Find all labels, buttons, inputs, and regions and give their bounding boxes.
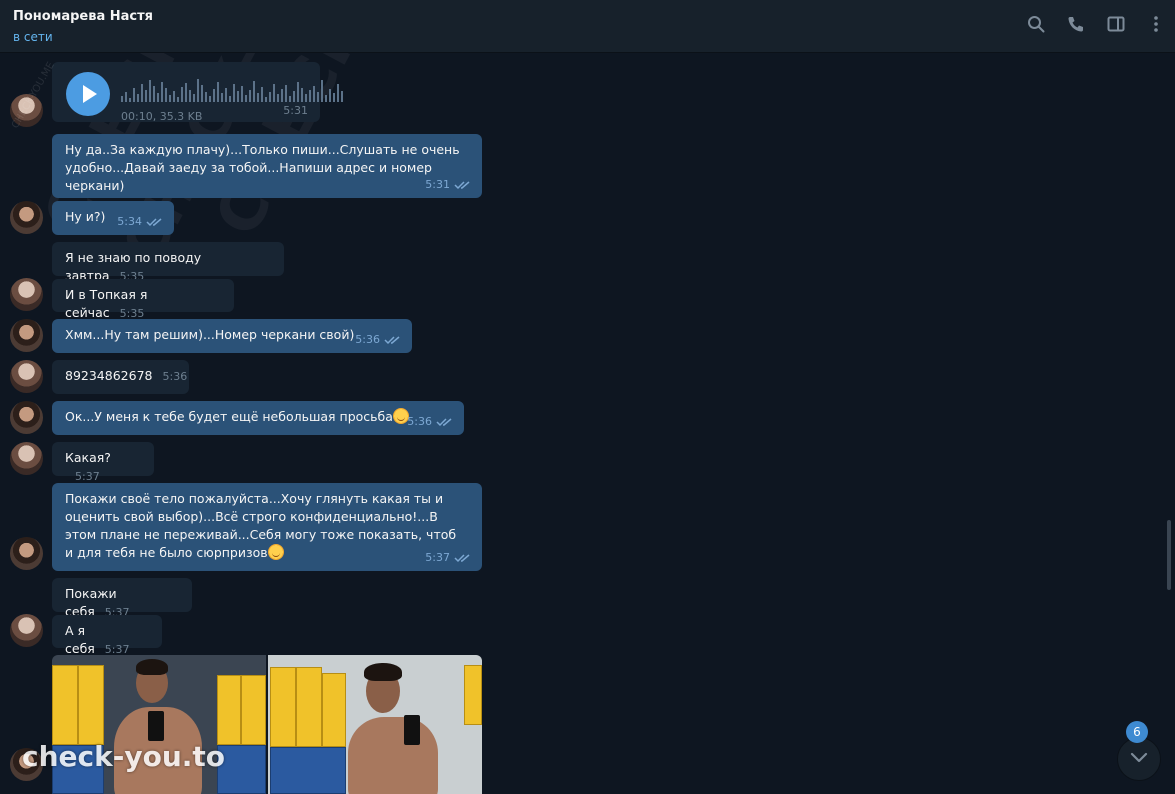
message-text: Ну да..За каждую плачу)...Только пиши...…	[65, 142, 460, 193]
message-meta: 5:37	[425, 549, 472, 567]
header-actions	[1027, 15, 1165, 33]
phone-shape	[148, 711, 164, 741]
message-time: 5:37	[425, 551, 450, 564]
message-text: Ну и?)	[65, 209, 106, 224]
message-bubble-outgoing[interactable]: Ок...У меня к тебе будет ещё небольшая п…	[52, 401, 464, 435]
message-meta: 5:31	[425, 176, 472, 194]
avatar[interactable]	[10, 201, 43, 234]
message-time: 5:37	[75, 470, 100, 483]
avatar[interactable]	[10, 442, 43, 475]
avatar[interactable]	[10, 614, 43, 647]
message-bubble-incoming[interactable]: Покажи себя 5:37	[52, 578, 192, 619]
message-time: 5:34	[117, 215, 142, 228]
locker-shape	[52, 665, 78, 745]
search-icon[interactable]	[1027, 15, 1045, 33]
message-meta: 5:36	[407, 413, 454, 431]
contact-name[interactable]: Пономарева Настя	[13, 9, 153, 24]
message-bubble-outgoing[interactable]: Ну и?) 5:34	[52, 201, 174, 235]
message-text: Какая?	[65, 450, 111, 465]
message-bubble-outgoing[interactable]: Ну да..За каждую плачу)...Только пиши...…	[52, 134, 482, 198]
message-bubble-outgoing[interactable]: Хмм...Ну там решим)...Номер черкани свой…	[52, 319, 412, 353]
avatar[interactable]	[10, 401, 43, 434]
locker-shape	[270, 747, 346, 794]
person-shape	[348, 717, 438, 794]
avatar[interactable]	[10, 360, 43, 393]
voice-waveform[interactable]	[121, 78, 343, 102]
sidebar-toggle-icon[interactable]	[1107, 15, 1125, 33]
message-time: 5:36	[355, 333, 380, 346]
phone-icon[interactable]	[1067, 15, 1085, 33]
message-bubble-incoming[interactable]: Я не знаю по поводу завтра 5:35	[52, 242, 284, 283]
message-text: Ок...У меня к тебе будет ещё небольшая п…	[65, 409, 393, 424]
locker-shape	[241, 675, 266, 745]
message-list[interactable]: CHECK-YOU.ME CHECK-YOU.ME CHECK-YOU.ME 0…	[0, 53, 1175, 794]
double-check-icon	[454, 181, 470, 190]
chevron-down-icon	[1130, 752, 1148, 763]
message-text: Хмм...Ну там решим)...Номер черкани свой…	[65, 327, 355, 342]
voice-duration-size: 00:10, 35.3 KB	[121, 110, 203, 123]
person-hair	[136, 659, 168, 675]
locker-shape	[322, 673, 346, 747]
voice-message: 00:10, 35.3 KB 5:31	[52, 62, 343, 123]
locker-shape	[296, 667, 322, 747]
photo-thumbnail[interactable]	[268, 655, 482, 794]
photo-thumbnail[interactable]	[52, 655, 266, 794]
message-time: 5:36	[407, 415, 432, 428]
person-hair	[364, 663, 402, 681]
more-menu-icon[interactable]	[1147, 15, 1165, 33]
watermark-bottom: check-you.to	[22, 740, 226, 773]
scroll-to-bottom-button[interactable]	[1117, 737, 1161, 781]
message-bubble-incoming[interactable]: И в Топкая я сейчас 5:35	[52, 279, 234, 320]
photo-album[interactable]	[52, 655, 482, 794]
locker-shape	[270, 667, 296, 747]
message-meta: 5:34	[117, 213, 164, 231]
contact-status: в сети	[13, 30, 53, 44]
double-check-icon	[384, 336, 400, 345]
avatar[interactable]	[10, 319, 43, 352]
message-text: Покажи своё тело пожалуйста...Хочу гляну…	[65, 491, 457, 560]
message-bubble-incoming[interactable]: 89234862678 5:36	[52, 360, 189, 394]
message-bubble-outgoing[interactable]: Покажи своё тело пожалуйста...Хочу гляну…	[52, 483, 482, 571]
phone-shape	[404, 715, 420, 745]
avatar[interactable]	[10, 537, 43, 570]
locker-shape	[78, 665, 104, 745]
scrollbar[interactable]	[1167, 58, 1171, 788]
double-check-icon	[454, 554, 470, 563]
double-check-icon	[436, 418, 452, 427]
locker-shape	[217, 675, 241, 745]
message-meta: 5:36	[355, 331, 402, 349]
avatar[interactable]	[10, 278, 43, 311]
scrollbar-thumb[interactable]	[1167, 520, 1171, 590]
message-time: 5:36	[162, 370, 188, 383]
message-text: 89234862678	[65, 368, 153, 383]
play-icon[interactable]	[66, 72, 110, 116]
message-time: 5:31	[283, 104, 308, 117]
message-bubble-incoming[interactable]: Какая? 5:37	[52, 442, 154, 483]
message-text: А я себя	[65, 623, 95, 656]
double-check-icon	[146, 218, 162, 227]
unread-count-badge: 6	[1126, 721, 1148, 743]
chat-header: Пономарева Настя в сети	[0, 0, 1175, 53]
message-bubble-incoming[interactable]: А я себя 5:37	[52, 615, 162, 656]
smiling-face-emoji	[267, 544, 284, 560]
message-time: 5:31	[425, 178, 450, 191]
locker-shape	[464, 665, 482, 725]
